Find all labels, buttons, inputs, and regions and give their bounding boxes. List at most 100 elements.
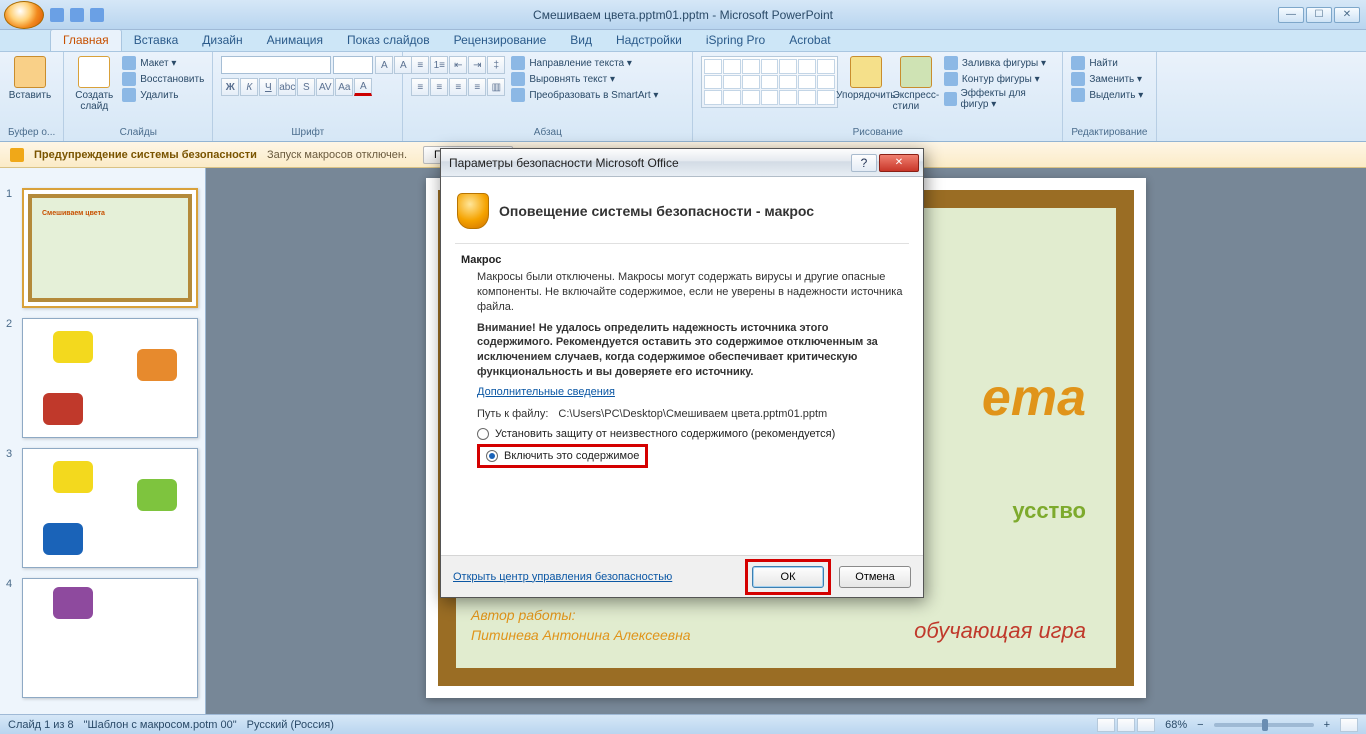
slide-thumb[interactable]: 3 [6,448,199,568]
find-icon [1071,56,1085,70]
bold-button[interactable]: Ж [221,78,239,96]
replace-button[interactable]: Заменить ▾ [1071,72,1143,86]
thumbnails-pane[interactable]: 1 Смешиваем цвета 2 3 4 [0,168,206,714]
window-title: Смешиваем цвета.pptm01.pptm - Microsoft … [533,8,833,22]
arrange-label: Упорядочить [836,90,896,101]
ribbon-tab-review[interactable]: Рецензирование [442,30,559,51]
ribbon-tab-addins[interactable]: Надстройки [604,30,694,51]
dialog-help-button[interactable]: ? [851,154,877,172]
ribbon-tabs: Главная Вставка Дизайн Анимация Показ сл… [0,30,1366,52]
select-icon [1071,88,1085,102]
dialog-close-button[interactable]: ✕ [879,154,919,172]
spacing-button[interactable]: AV [316,78,334,96]
cancel-button[interactable]: Отмена [839,566,911,588]
strike-button[interactable]: abc [278,78,296,96]
ribbon-tab-insert[interactable]: Вставка [122,30,191,51]
indent-dec-button[interactable]: ⇤ [449,56,467,74]
indent-inc-button[interactable]: ⇥ [468,56,486,74]
shape-fill-button[interactable]: Заливка фигуры ▾ [944,56,1054,70]
italic-button[interactable]: К [240,78,258,96]
quick-styles-button[interactable]: Экспресс-стили [894,56,938,112]
slide-thumb[interactable]: 2 [6,318,199,438]
group-drawing-label: Рисование [701,125,1054,140]
font-size-combo[interactable] [333,56,373,74]
maximize-button[interactable]: ☐ [1306,7,1332,23]
underline-button[interactable]: Ч [259,78,277,96]
minimize-button[interactable]: — [1278,7,1304,23]
shadow-button[interactable]: S [297,78,315,96]
dialog-more-link[interactable]: Дополнительные сведения [477,386,909,398]
security-dialog: Параметры безопасности Microsoft Office … [440,148,924,598]
shield-icon [10,148,24,162]
reset-icon [122,72,136,86]
canvas-text-4: Автор работы: [471,607,576,623]
bullets-button[interactable]: ≡ [411,56,429,74]
dialog-path-row: Путь к файлу: C:\Users\PC\Desktop\Смешив… [477,408,903,420]
dialog-body: Оповещение системы безопасности - макрос… [441,177,923,555]
align-right-button[interactable]: ≡ [449,78,467,96]
text-direction-button[interactable]: Направление текста ▾ [511,56,658,70]
slide-thumb[interactable]: 1 Смешиваем цвета [6,188,199,308]
ok-button[interactable]: ОК [752,566,824,588]
numbering-button[interactable]: 1≡ [430,56,448,74]
grow-font-button[interactable]: A [375,56,393,74]
ribbon-tab-animation[interactable]: Анимация [255,30,335,51]
close-button[interactable]: ✕ [1334,7,1360,23]
office-button[interactable] [4,1,44,29]
shapes-gallery[interactable] [701,56,838,108]
ribbon-tab-design[interactable]: Дизайн [190,30,254,51]
normal-view-button[interactable] [1097,718,1115,732]
paste-button[interactable]: Вставить [8,56,52,101]
justify-button[interactable]: ≡ [468,78,486,96]
save-icon[interactable] [50,8,64,22]
layout-button[interactable]: Макет ▾ [122,56,204,70]
ribbon: Вставить Буфер о... Создать слайд Макет … [0,52,1366,142]
font-family-combo[interactable] [221,56,331,74]
status-bar: Слайд 1 из 8 "Шаблон с макросом.potm 00"… [0,714,1366,734]
align-text-button[interactable]: Выровнять текст ▾ [511,72,658,86]
slide-thumb[interactable]: 4 [6,578,199,698]
ribbon-tab-ispring[interactable]: iSpring Pro [694,30,777,51]
delete-button[interactable]: Удалить [122,88,204,102]
group-editing: Найти Заменить ▾ Выделить ▾ Редактирован… [1063,52,1156,141]
thumb-number: 3 [6,448,16,568]
paste-icon [14,56,46,88]
fit-to-window-button[interactable] [1340,718,1358,732]
zoom-slider[interactable] [1214,723,1314,727]
new-slide-button[interactable]: Создать слайд [72,56,116,112]
shape-outline-button[interactable]: Контур фигуры ▾ [944,72,1054,86]
ribbon-tab-view[interactable]: Вид [558,30,604,51]
line-spacing-button[interactable]: ‡ [487,56,505,74]
align-center-button[interactable]: ≡ [430,78,448,96]
undo-icon[interactable] [70,8,84,22]
redo-icon[interactable] [90,8,104,22]
sorter-view-button[interactable] [1117,718,1135,732]
canvas-text-1: ета [982,368,1086,428]
zoom-out-button[interactable]: − [1197,719,1203,731]
case-button[interactable]: Aa [335,78,353,96]
align-left-button[interactable]: ≡ [411,78,429,96]
trust-center-link[interactable]: Открыть центр управления безопасностью [453,571,672,583]
select-button[interactable]: Выделить ▾ [1071,88,1143,102]
shape-effects-button[interactable]: Эффекты для фигур ▾ [944,88,1054,110]
radio-protect[interactable]: Установить защиту от неизвестного содерж… [477,428,903,440]
find-button[interactable]: Найти [1071,56,1143,70]
smartart-button[interactable]: Преобразовать в SmartArt ▾ [511,88,658,102]
group-editing-label: Редактирование [1071,125,1147,140]
dialog-titlebar[interactable]: Параметры безопасности Microsoft Office … [441,149,923,177]
arrange-button[interactable]: Упорядочить [844,56,888,101]
security-warning-label: Предупреждение системы безопасности [34,149,257,161]
fill-label: Заливка фигуры ▾ [962,58,1046,69]
ribbon-tab-home[interactable]: Главная [50,29,122,51]
zoom-percent[interactable]: 68% [1165,719,1187,731]
zoom-in-button[interactable]: + [1324,719,1330,731]
group-paragraph-label: Абзац [411,125,684,140]
radio-enable[interactable]: Включить это содержимое [477,444,903,468]
ribbon-tab-acrobat[interactable]: Acrobat [777,30,842,51]
slideshow-view-button[interactable] [1137,718,1155,732]
new-slide-icon [78,56,110,88]
columns-button[interactable]: ▥ [487,78,505,96]
ribbon-tab-slideshow[interactable]: Показ слайдов [335,30,442,51]
font-color-button[interactable]: A [354,78,372,96]
reset-button[interactable]: Восстановить [122,72,204,86]
